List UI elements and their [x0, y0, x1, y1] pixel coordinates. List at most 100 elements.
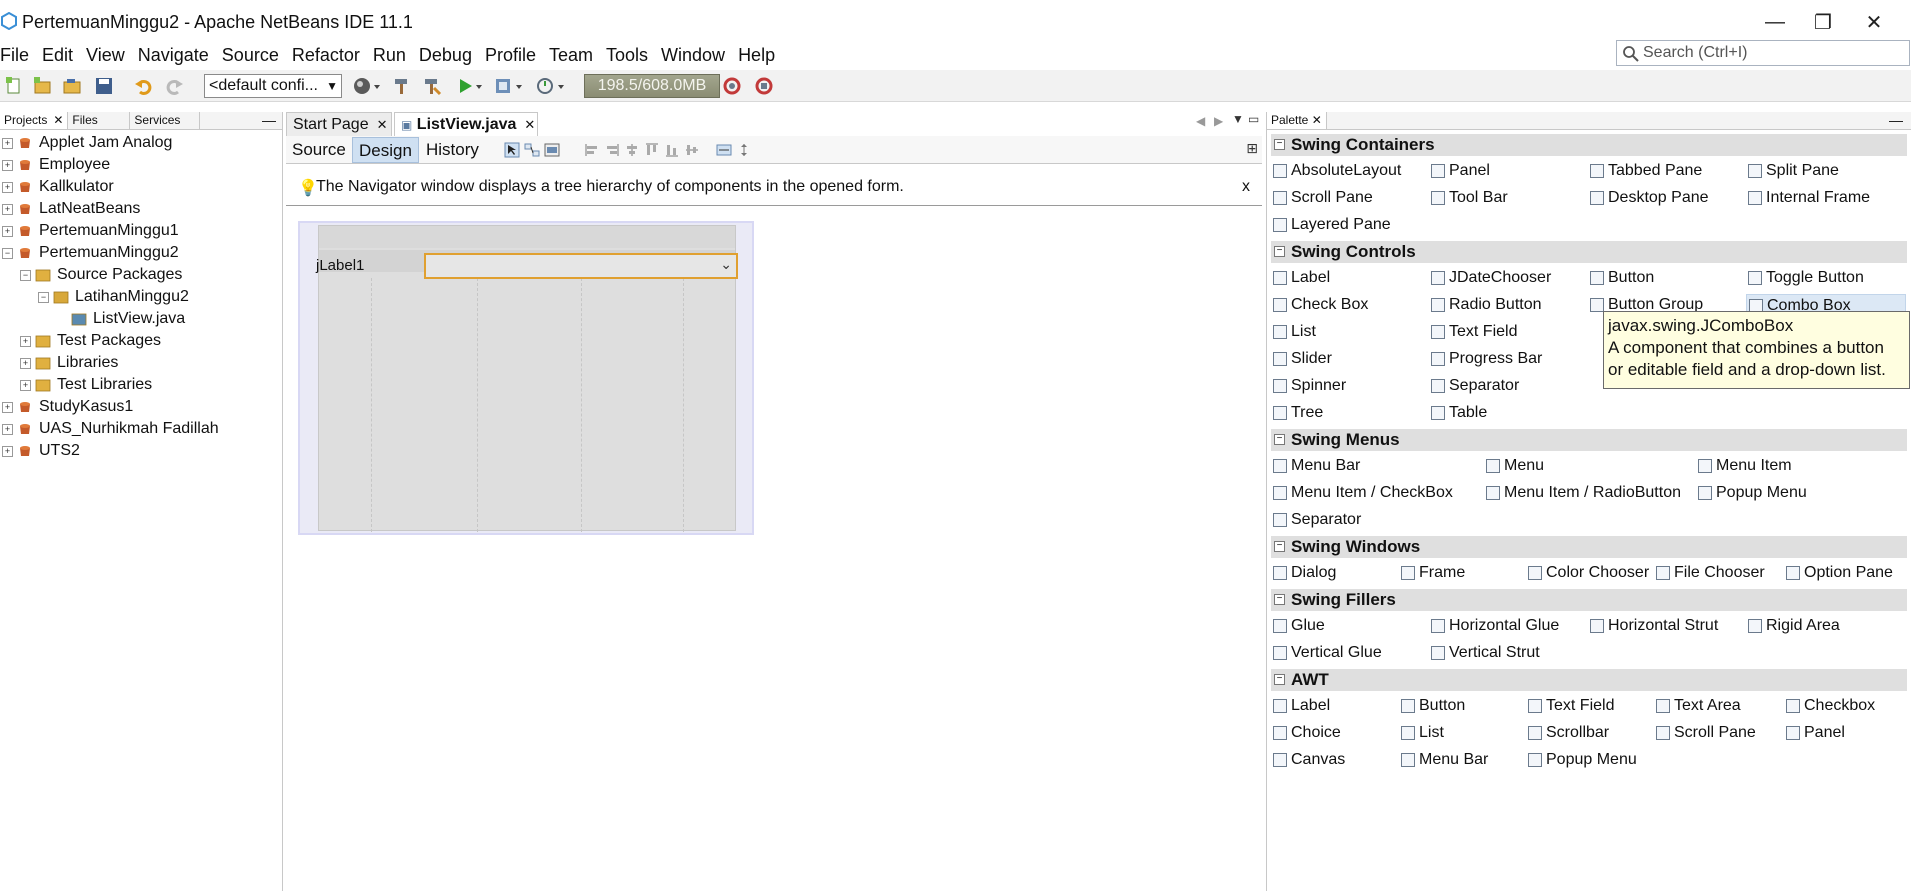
palette-item[interactable]: Text Field [1429, 321, 1517, 343]
palette-item[interactable]: Layered Pane [1271, 214, 1391, 236]
collapse-icon[interactable]: − [1274, 246, 1285, 257]
palette-item[interactable]: Radio Button [1429, 294, 1542, 316]
palette-item[interactable]: Progress Bar [1429, 348, 1542, 370]
menu-view[interactable]: View [79, 42, 131, 68]
align-top-icon[interactable] [644, 142, 660, 158]
tab-listview-java[interactable]: ▣ ListView.java ✕ [394, 112, 538, 136]
palette-item[interactable]: Panel [1429, 160, 1490, 182]
palette-item[interactable]: Button [1399, 695, 1465, 717]
collapse-icon[interactable]: − [1274, 674, 1285, 685]
tree-item[interactable]: ListView.java [56, 308, 185, 330]
palette-item[interactable]: Button [1588, 267, 1654, 289]
palette-item[interactable]: Vertical Glue [1271, 642, 1382, 664]
preview-design-icon[interactable] [544, 142, 560, 158]
close-icon[interactable]: ✕ [53, 113, 63, 127]
tree-item[interactable]: + Libraries [20, 352, 118, 374]
tree-item[interactable]: − PertemuanMinggu2 [2, 242, 179, 264]
clean-build-button[interactable] [420, 74, 444, 98]
tree-item[interactable]: + Test Packages [20, 330, 161, 352]
palette-item[interactable]: Frame [1399, 562, 1465, 584]
memory-indicator[interactable]: 198.5/608.0MB [584, 74, 720, 98]
palette-item[interactable]: Option Pane [1784, 562, 1893, 584]
menu-tools[interactable]: Tools [599, 42, 654, 68]
palette-item[interactable]: Text Area [1654, 695, 1741, 717]
palette-item[interactable]: AbsoluteLayout [1271, 160, 1401, 182]
menu-debug[interactable]: Debug [412, 42, 478, 68]
resize-horizontal-icon[interactable] [716, 142, 732, 158]
menu-file[interactable]: File [0, 42, 35, 68]
palette-item[interactable]: Popup Menu [1696, 482, 1807, 504]
palette-category[interactable]: − Swing Fillers [1271, 589, 1907, 611]
minimize-panel-icon[interactable]: — [262, 112, 276, 129]
palette-item[interactable]: Tabbed Pane [1588, 160, 1702, 182]
palette-item[interactable]: Horizontal Glue [1429, 615, 1559, 637]
scroll-left-icon[interactable]: ◀ [1196, 114, 1205, 128]
menu-source[interactable]: Source [215, 42, 285, 68]
expand-icon[interactable]: + [2, 401, 13, 413]
expand-icon[interactable]: + [2, 445, 13, 457]
palette-item[interactable]: Choice [1271, 722, 1341, 744]
tree-item[interactable]: − Source Packages [20, 264, 182, 286]
open-project-button[interactable] [60, 74, 84, 98]
form-frame[interactable]: jLabel1 ⌄ [298, 221, 754, 535]
palette-item[interactable]: Text Field [1526, 695, 1614, 717]
palette-item[interactable]: JDateChooser [1429, 267, 1551, 289]
source-view-button[interactable]: Source [286, 137, 352, 163]
tree-item[interactable]: + Employee [2, 154, 110, 176]
new-project-button[interactable] [30, 74, 54, 98]
design-view-button[interactable]: Design [352, 137, 419, 163]
tab-palette[interactable]: Palette ✕ [1267, 112, 1327, 129]
palette-item[interactable]: Separator [1429, 375, 1519, 397]
menu-team[interactable]: Team [542, 42, 599, 68]
palette-category[interactable]: − Swing Containers [1271, 134, 1907, 156]
tree-item[interactable]: + UTS2 [2, 440, 80, 462]
close-icon[interactable]: ✕ [377, 117, 388, 132]
palette-item[interactable]: Menu Bar [1399, 749, 1488, 771]
align-bottom-icon[interactable] [664, 142, 680, 158]
palette-item[interactable]: Scrollbar [1526, 722, 1609, 744]
collapse-icon[interactable]: − [1274, 594, 1285, 605]
history-view-button[interactable]: History [420, 137, 485, 163]
tree-item[interactable]: + StudyKasus1 [2, 396, 133, 418]
tab-files[interactable]: Files [68, 112, 131, 129]
close-icon[interactable]: ✕ [524, 117, 535, 132]
run-button[interactable] [456, 74, 486, 98]
palette-item[interactable]: Tool Bar [1429, 187, 1508, 209]
palette-item[interactable]: Menu [1484, 455, 1544, 477]
tree-item[interactable]: + Test Libraries [20, 374, 152, 396]
palette-item[interactable]: Vertical Strut [1429, 642, 1540, 664]
collapse-icon[interactable]: − [2, 247, 13, 259]
expand-icon[interactable]: + [2, 137, 13, 149]
palette-item[interactable]: Menu Item [1696, 455, 1792, 477]
align-right-icon[interactable] [604, 142, 620, 158]
selection-mode-icon[interactable] [504, 142, 520, 158]
jlabel1-component[interactable]: jLabel1 [316, 257, 364, 274]
collapse-icon[interactable]: − [1274, 541, 1285, 552]
palette-item[interactable]: Label [1271, 695, 1330, 717]
minimize-button[interactable]: — [1752, 8, 1798, 36]
expand-icon[interactable]: + [20, 357, 31, 369]
info-close-button[interactable]: x [1242, 178, 1250, 196]
connection-mode-icon[interactable] [524, 142, 540, 158]
build-button[interactable] [390, 74, 414, 98]
palette-item[interactable]: Scroll Pane [1271, 187, 1373, 209]
profile-button[interactable] [534, 74, 570, 98]
palette-item[interactable]: Glue [1271, 615, 1325, 637]
palette-item[interactable]: Scroll Pane [1654, 722, 1756, 744]
menu-refactor[interactable]: Refactor [285, 42, 366, 68]
menu-window[interactable]: Window [654, 42, 731, 68]
tab-projects[interactable]: Projects ✕ [0, 112, 69, 129]
palette-category[interactable]: − Swing Controls [1271, 241, 1907, 263]
search-input[interactable] [1643, 44, 1893, 62]
menu-profile[interactable]: Profile [478, 42, 542, 68]
palette-item[interactable]: List [1271, 321, 1316, 343]
collapse-icon[interactable]: − [1274, 139, 1285, 150]
palette-item[interactable]: Slider [1271, 348, 1332, 370]
palette-item[interactable]: Menu Item / CheckBox [1271, 482, 1453, 504]
expand-icon[interactable]: + [2, 159, 13, 171]
save-all-button[interactable] [92, 74, 116, 98]
palette-item[interactable]: Rigid Area [1746, 615, 1840, 637]
palette-item[interactable]: Spinner [1271, 375, 1346, 397]
palette-category[interactable]: − Swing Menus [1271, 429, 1907, 451]
gc-button[interactable] [720, 74, 744, 98]
